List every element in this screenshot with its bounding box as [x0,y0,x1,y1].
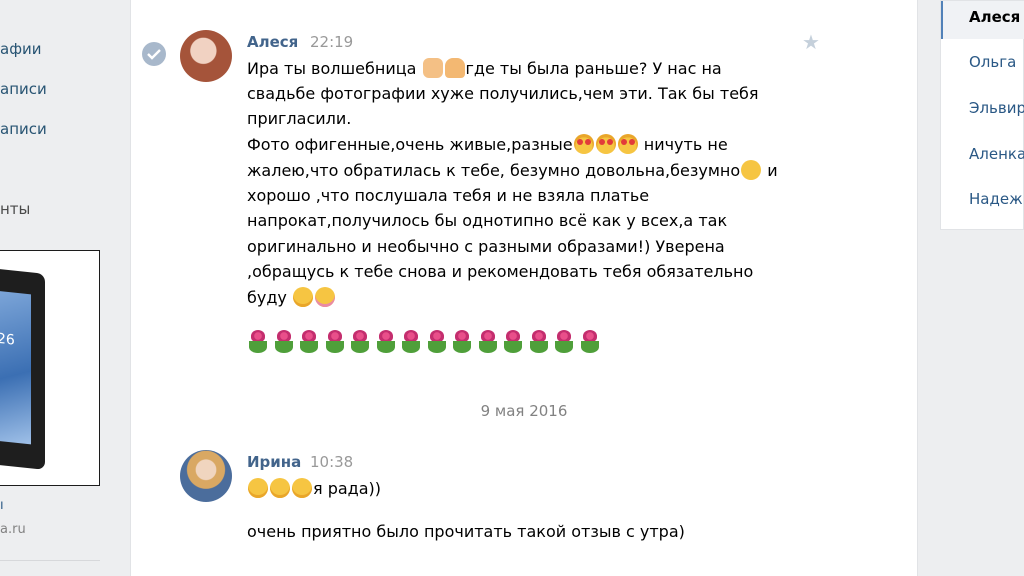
tulip-emoji-icon [579,330,601,354]
dialog-item[interactable]: Аленка [969,145,1024,163]
nav-item-posts-2[interactable]: аписи [0,120,47,138]
tulip-emoji-icon [451,330,473,354]
message-line: напрокат,получилось бы однотипно всё как… [247,211,728,230]
message-line: свадьбе фотографии хуже получились,чем э… [247,84,759,103]
message-line: жалею,что обратилась к тебе, безумно дов… [247,160,778,180]
message-line: очень приятно было прочитать такой отзыв… [247,522,685,541]
tulip-emoji-icon [349,330,371,354]
left-navigation: афии аписи аписи нты 26 ı a.ru [0,0,120,576]
kissing-emoji-icon [314,287,335,307]
heart-eyes-emoji-icon [573,134,594,154]
tulip-emoji-icon [324,330,346,354]
tulip-emoji-icon [528,330,550,354]
smirk-emoji-icon [292,287,313,307]
dialog-item[interactable]: Надеж [969,190,1023,208]
star-icon[interactable]: ★ [802,30,820,54]
message-line: ,обращусь к тебе снова и рекомендовать т… [247,262,754,281]
nav-item-posts[interactable]: аписи [0,80,47,98]
dialog-item[interactable]: Эльвир [969,99,1024,117]
heart-eyes-emoji-icon [595,134,616,154]
tulip-emoji-icon [477,330,499,354]
message-time[interactable]: 22:19 [310,33,353,51]
heart-eyes-emoji-icon [617,134,638,154]
active-dialog-marker [941,1,943,39]
dialog-item[interactable]: Алеся [969,8,1020,26]
smirk-emoji-icon [270,478,290,498]
phone-screen-text: 26 [0,330,15,349]
message-line: буду [247,287,336,307]
ad-title[interactable]: ı [0,498,4,513]
tulip-emoji-icon [298,330,320,354]
nav-divider [0,560,100,561]
phone-image: 26 [0,268,45,470]
clapping-hands-emoji-icon [444,58,465,78]
tulip-emoji-icon [426,330,448,354]
message-line: я рада)) [247,478,381,498]
avatar[interactable] [180,450,232,502]
tulip-emoji-icon [375,330,397,354]
thumbs-up-emoji-icon [422,58,443,78]
message-line: оригинально и необычно с разными образам… [247,237,725,256]
tulip-emoji-icon [273,330,295,354]
eye-roll-emoji-icon [741,160,762,180]
date-separator: 9 мая 2016 [480,402,568,420]
nav-item-photos[interactable]: афии [0,40,42,58]
ad-banner[interactable]: 26 [0,250,100,486]
message-line: Фото офигенные,очень живые,разные ничуть… [247,134,728,154]
message-line: Ира ты волшебница где ты была раньше? У … [247,58,722,78]
tulip-emoji-icon [400,330,422,354]
message-author[interactable]: Ирина [247,453,301,471]
tulip-emoji-icon [247,330,269,354]
message-line: хорошо ,что послушала тебя и не взяла пл… [247,186,650,205]
tulip-emoji-icon [553,330,575,354]
tulip-emoji-icon [502,330,524,354]
selected-check-icon[interactable] [142,42,166,66]
dialog-item[interactable]: Ольга [969,53,1016,71]
message-line: пригласили. [247,109,352,128]
smirk-emoji-icon [292,478,312,498]
ad-domain: a.ru [0,522,26,537]
dialogs-list: Алеся Ольга Эльвир Аленка Надеж [940,0,1024,230]
message-time[interactable]: 10:38 [310,453,353,471]
nav-item-documents[interactable]: нты [0,200,30,218]
avatar[interactable] [180,30,232,82]
message-author[interactable]: Алеся [247,33,298,51]
flowers-emoji-row [247,330,604,354]
smirk-emoji-icon [248,478,268,498]
